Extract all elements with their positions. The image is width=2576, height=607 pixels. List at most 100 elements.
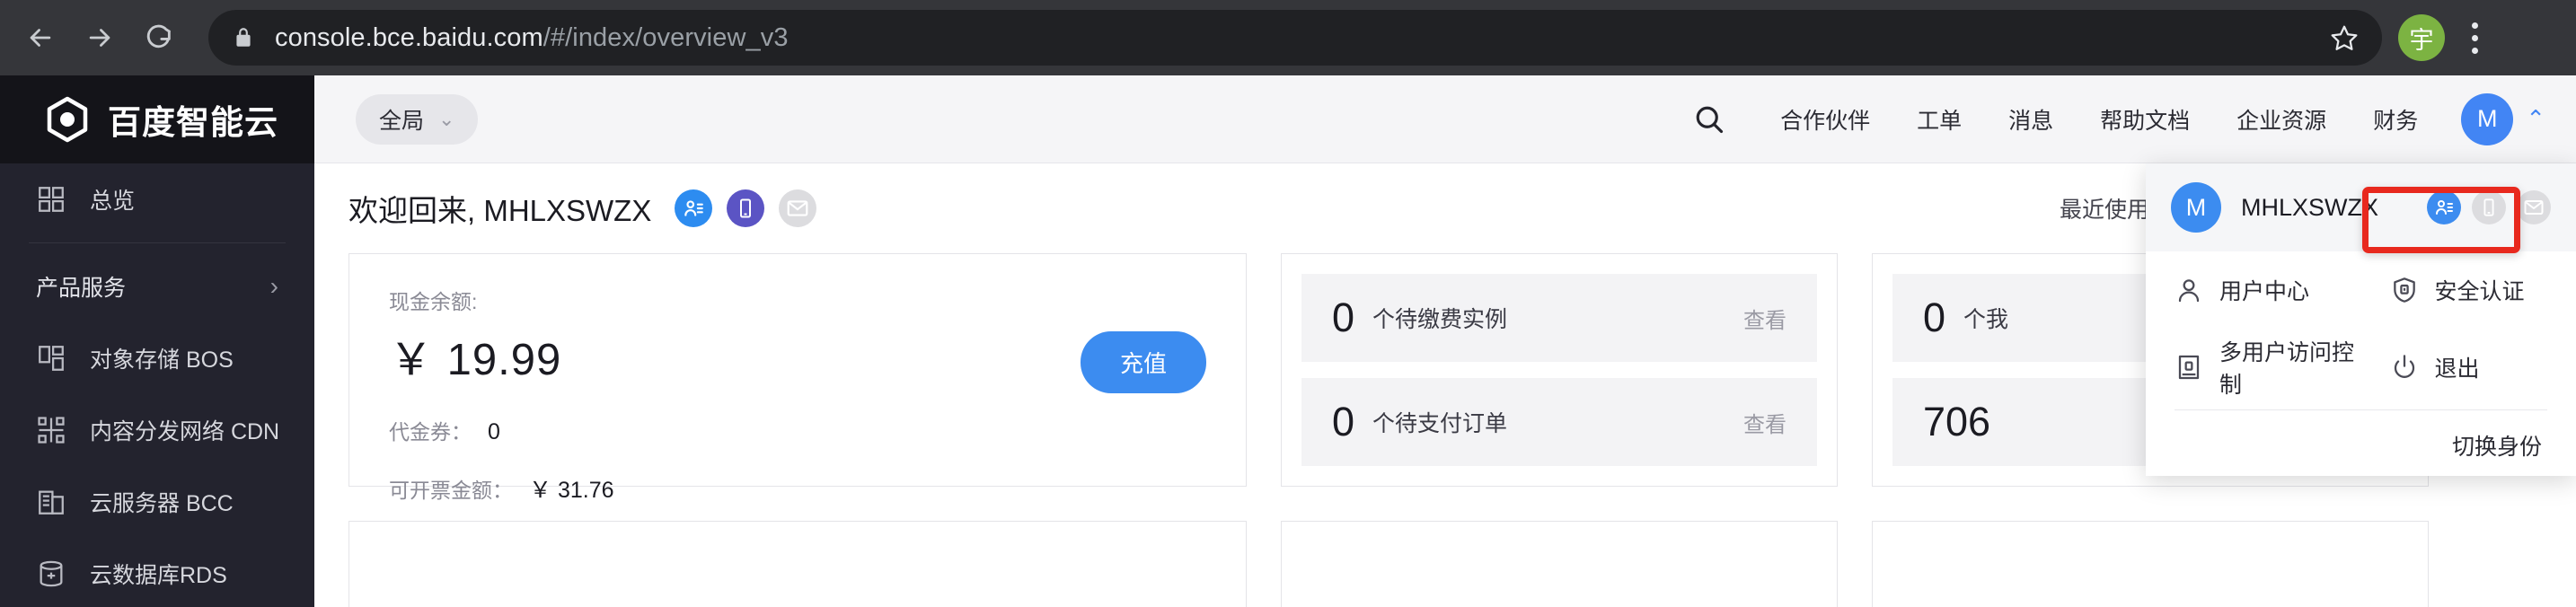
sidebar-item-rds[interactable]: 云数据库RDS — [0, 538, 314, 607]
forward-button[interactable] — [72, 10, 128, 66]
cash-balance-label: 现金余额: — [389, 290, 478, 313]
url-text: console.bce.baidu.com/#/index/overview_v… — [275, 23, 789, 53]
reload-button[interactable] — [131, 10, 187, 66]
verification-badges — [675, 189, 817, 227]
screen-root: console.bce.baidu.com/#/index/overview_v… — [0, 0, 2576, 607]
stat-text: 个我 — [1963, 307, 2009, 332]
sidebar-item-label: 对象存储 BOS — [90, 347, 234, 373]
dropdown-username: MHLXSWZX — [2241, 193, 2379, 221]
nav-link-docs[interactable]: 帮助文档 — [2077, 103, 2213, 136]
dropdown-menu-items: 用户中心 安全认证 多用户访问控制 退出 — [2146, 251, 2576, 406]
menu-item-logout[interactable]: 退出 — [2361, 329, 2576, 406]
id-card-icon[interactable] — [675, 189, 713, 227]
sidebar-item-bos[interactable]: 对象存储 BOS — [0, 322, 314, 394]
voucher-value: 0 — [488, 419, 500, 444]
stat-number: 0 — [1923, 295, 1946, 340]
phone-icon[interactable] — [2472, 190, 2506, 224]
nav-link-tickets[interactable]: 工单 — [1893, 103, 1985, 136]
stat-row-pending-orders: 0 个待支付订单 查看 — [1301, 378, 1817, 466]
stat-number: 0 — [1332, 295, 1355, 340]
server-icon — [36, 487, 66, 517]
baidu-cloud-logo-icon — [47, 96, 88, 143]
sidebar-divider — [29, 242, 286, 243]
menu-item-label: 退出 — [2434, 356, 2480, 382]
balance-card: 现金余额: ￥ 19.99 代金券： 0 可开票金额： ￥ 31.76 充值 — [348, 253, 1247, 503]
sidebar-group-products[interactable]: 产品服务 › — [0, 251, 314, 322]
chevron-up-icon[interactable]: ⌃ — [2526, 105, 2545, 133]
email-icon[interactable] — [2517, 190, 2551, 224]
sidebar-item-overview[interactable]: 总览 — [0, 163, 314, 235]
view-link[interactable]: 查看 — [1743, 303, 1786, 334]
url-host: console.bce.baidu.com — [275, 22, 543, 52]
browser-nav-buttons — [0, 10, 187, 66]
kebab-menu-icon[interactable] — [2454, 13, 2495, 63]
cdn-network-icon — [36, 415, 66, 445]
shield-lock-icon — [2390, 276, 2419, 304]
dropdown-user-header: M MHLXSWZX — [2146, 163, 2576, 251]
sidebar-item-label: 总览 — [90, 189, 136, 214]
stat-text: 个待支付订单 — [1372, 411, 1508, 436]
forward-arrow-icon — [89, 29, 110, 47]
stat-number: 706 — [1923, 399, 1991, 444]
menu-item-label: 安全认证 — [2434, 279, 2525, 304]
url-path: /#/index/overview_v3 — [543, 22, 789, 52]
voucher-label: 代金券： — [389, 420, 472, 444]
voucher-row: 代金券： 0 — [389, 415, 1206, 445]
dropdown-avatar: M — [2171, 182, 2221, 233]
stat-text: 个待缴费实例 — [1372, 307, 1508, 332]
welcome-title: 欢迎回来, MHLXSWZX — [348, 194, 652, 227]
back-arrow-icon — [30, 29, 51, 47]
region-label: 全局 — [379, 108, 425, 134]
back-button[interactable] — [13, 10, 68, 66]
view-link[interactable]: 查看 — [1743, 407, 1786, 438]
nav-link-messages[interactable]: 消息 — [1985, 103, 2077, 136]
region-selector[interactable]: 全局 ⌄ — [356, 93, 479, 145]
card-placeholder-2 — [1281, 521, 1838, 607]
recharge-button[interactable]: 充值 — [1080, 331, 1206, 393]
browser-profile-avatar[interactable]: 宇 — [2398, 14, 2445, 61]
phone-icon[interactable] — [727, 189, 765, 227]
overview-cards-row-2 — [314, 487, 2576, 607]
nav-link-partners[interactable]: 合作伙伴 — [1757, 103, 1893, 136]
email-icon[interactable] — [779, 189, 817, 227]
address-bar[interactable]: console.bce.baidu.com/#/index/overview_v… — [208, 10, 2382, 66]
reload-icon — [146, 24, 171, 48]
header-right-nav: 合作伙伴 工单 消息 帮助文档 企业资源 财务 M ⌃ — [1681, 92, 2576, 147]
chevron-down-icon: ⌄ — [438, 107, 455, 130]
switch-identity-button[interactable]: 切换身份 — [2146, 410, 2576, 480]
sidebar-item-label: 云服务器 BCC — [90, 491, 234, 516]
multi-user-icon — [2175, 353, 2203, 382]
stat-number: 0 — [1332, 399, 1355, 444]
brand-logo[interactable]: 百度智能云 — [0, 75, 314, 163]
card-placeholder-1 — [348, 521, 1247, 607]
nav-link-enterprise[interactable]: 企业资源 — [2213, 103, 2350, 136]
browser-toolbar: console.bce.baidu.com/#/index/overview_v… — [0, 0, 2576, 75]
sidebar-item-label: 内容分发网络 CDN — [90, 419, 280, 444]
storage-icon — [36, 343, 66, 374]
console-header: 全局 ⌄ 合作伙伴 工单 消息 帮助文档 企业资源 财务 M ⌃ — [314, 75, 2576, 163]
dropdown-badges — [2427, 190, 2551, 224]
browser-right-actions: 宇 — [2382, 13, 2511, 63]
id-card-icon[interactable] — [2427, 190, 2461, 224]
grid-icon — [36, 184, 66, 215]
invoice-label: 可开票金额： — [389, 479, 513, 502]
sidebar-item-bcc[interactable]: 云服务器 BCC — [0, 466, 314, 538]
invoice-row: 可开票金额： ￥ 31.76 — [389, 472, 1206, 505]
orders-card: 0 个待缴费实例 查看 0 个待支付订单 查看 — [1281, 253, 1838, 487]
user-avatar[interactable]: M — [2461, 92, 2514, 145]
user-dropdown-menu: M MHLXSWZX 用户中心 安全认证 多用户访问控制 退出 切换身份 — [2146, 163, 2576, 476]
menu-item-security-auth[interactable]: 安全认证 — [2361, 251, 2576, 329]
sidebar-item-cdn[interactable]: 内容分发网络 CDN — [0, 394, 314, 466]
search-icon[interactable] — [1681, 92, 1737, 147]
sidebar: 百度智能云 总览 产品服务 › 对象存储 BOS 内容分发网络 CDN 云服务器… — [0, 75, 314, 607]
stat-row-pending-bills: 0 个待缴费实例 查看 — [1301, 274, 1817, 362]
sidebar-group-label: 产品服务 — [36, 276, 127, 301]
lock-icon — [232, 26, 255, 49]
nav-link-finance[interactable]: 财务 — [2350, 103, 2441, 136]
star-icon[interactable] — [2330, 23, 2359, 52]
brand-name: 百度智能云 — [108, 104, 278, 141]
menu-item-user-center[interactable]: 用户中心 — [2146, 251, 2361, 329]
invoice-value: ￥ 31.76 — [529, 478, 614, 503]
chevron-right-icon: › — [269, 272, 278, 300]
menu-item-multi-user-access[interactable]: 多用户访问控制 — [2146, 329, 2361, 406]
